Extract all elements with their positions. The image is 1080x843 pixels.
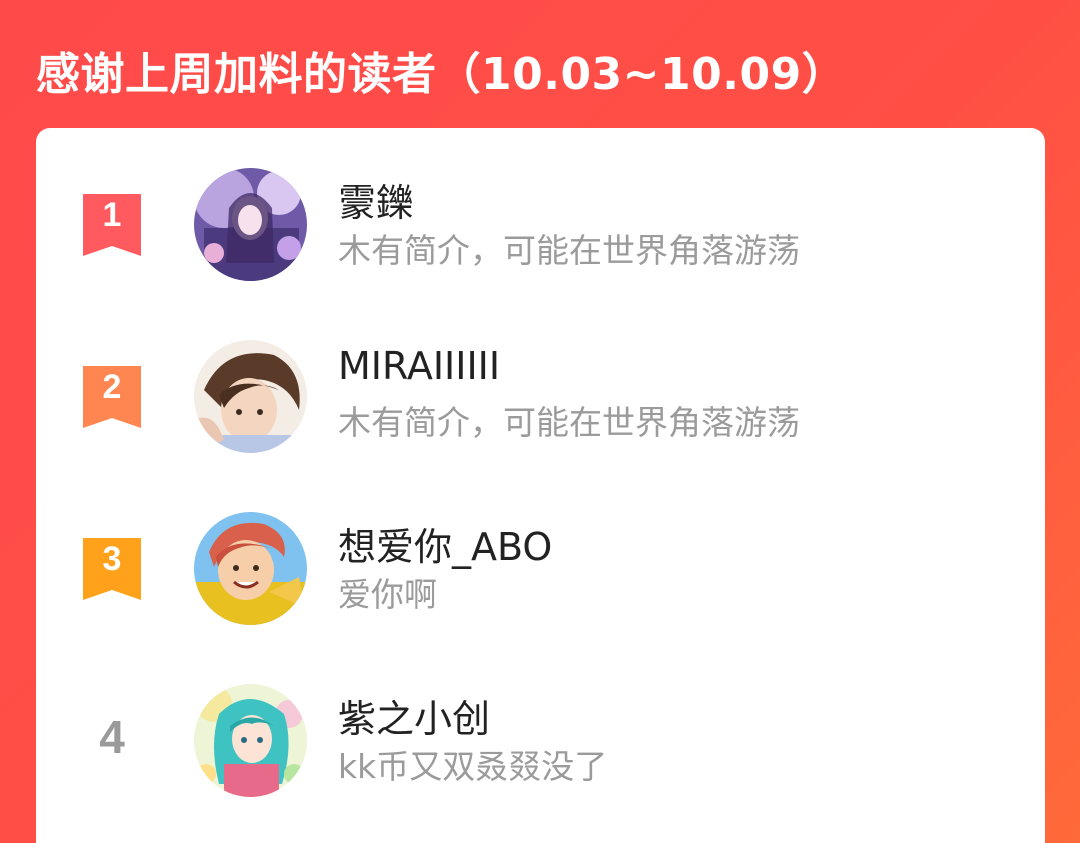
- reader-bio: 木有简介，可能在世界角落游荡: [338, 231, 800, 270]
- reader-bio: kk币又双叒叕没了: [338, 747, 608, 786]
- page-title: 感谢上周加料的读者（10.03~10.09）: [36, 49, 847, 100]
- anime-avatar-brown-hair-icon[interactable]: [194, 340, 307, 453]
- reader-bio: 木有简介，可能在世界角落游荡: [338, 403, 800, 442]
- reader-name: MIRAIIIIII: [338, 344, 501, 388]
- reader-row-1[interactable]: 1 霥鑠 木有简介，可能在世界角落游荡: [36, 164, 1045, 284]
- reader-row-4[interactable]: 4 紫之小创 kk币又双叒叕没了: [36, 680, 1045, 800]
- reader-row-3[interactable]: 3 想爱你_ABO 爱你啊: [36, 508, 1045, 628]
- reader-list-card: 1 霥鑠 木有简介，可能在世界角落游荡 2 MIRAIIIIII 木有简介，可能…: [36, 128, 1045, 843]
- anime-avatar-yellow-shirt-icon[interactable]: [194, 512, 307, 625]
- rank-ribbon-icon: 3: [83, 538, 141, 600]
- reader-name: 霥鑠: [338, 181, 415, 225]
- rank-number: 4: [99, 711, 125, 763]
- reader-bio: 爱你啊: [338, 575, 437, 614]
- anime-avatar-teal-hair-icon[interactable]: [194, 684, 307, 797]
- rank-ribbon-icon: 2: [83, 366, 141, 428]
- rank-ribbon-icon: 1: [83, 194, 141, 256]
- rank-number: 3: [102, 540, 122, 578]
- reader-name: 想爱你_ABO: [338, 525, 553, 569]
- rank-number: 2: [102, 368, 122, 406]
- reader-row-2[interactable]: 2 MIRAIIIIII 木有简介，可能在世界角落游荡: [36, 336, 1045, 456]
- reader-name: 紫之小创: [338, 697, 491, 741]
- anime-avatar-purple-icon[interactable]: [194, 168, 307, 281]
- rank-number: 1: [102, 196, 122, 234]
